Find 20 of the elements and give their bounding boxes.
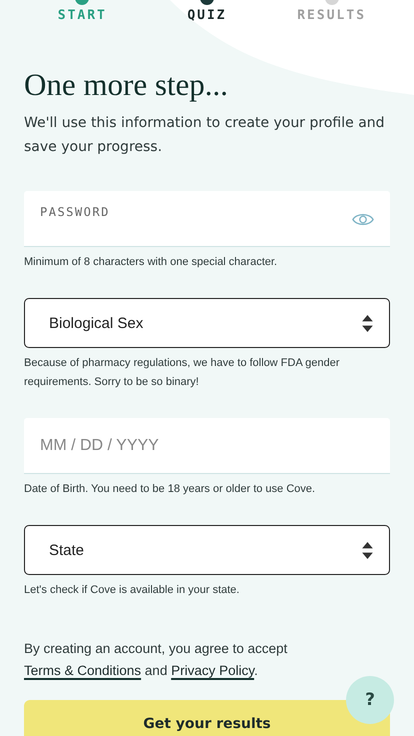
step-label: RESULTS [297,8,366,23]
sort-arrows-icon [362,314,373,332]
intro-text: We'll use this information to create your profile and save your progress. [24,114,386,157]
dropdown[interactable]: Biological Sex [24,298,390,348]
page-title: One more step... [24,66,230,104]
terms-link[interactable]: Terms & Conditions [24,663,142,678]
sort-arrows-icon [362,542,373,558]
step-label: START [58,8,107,23]
help-button[interactable]: ? [346,676,394,724]
field-hint: Date of Birth. You need to be 18 years or older to use Cove. [24,482,316,497]
dropdown[interactable]: State [24,525,390,575]
privacy-link[interactable]: Privacy Policy [171,663,254,678]
field-hint: Minimum of 8 characters with one special character. [24,255,278,270]
password-field[interactable]: PASSWORD [24,191,390,247]
field-hint: Because of pharmacy regulations, we have to follow FDA gender requirements. Sorry to be so binary! [24,356,341,390]
field-hint: Let's check if Cove is available in your state. [24,583,240,598]
consent-text: By creating an account, you agree to accept Terms & Conditions and Privacy Policy. [24,640,288,680]
step-label: QUIZ [187,8,227,23]
eye-icon[interactable] [352,212,374,227]
date-field[interactable]: MM / DD / YYYY [24,418,390,474]
